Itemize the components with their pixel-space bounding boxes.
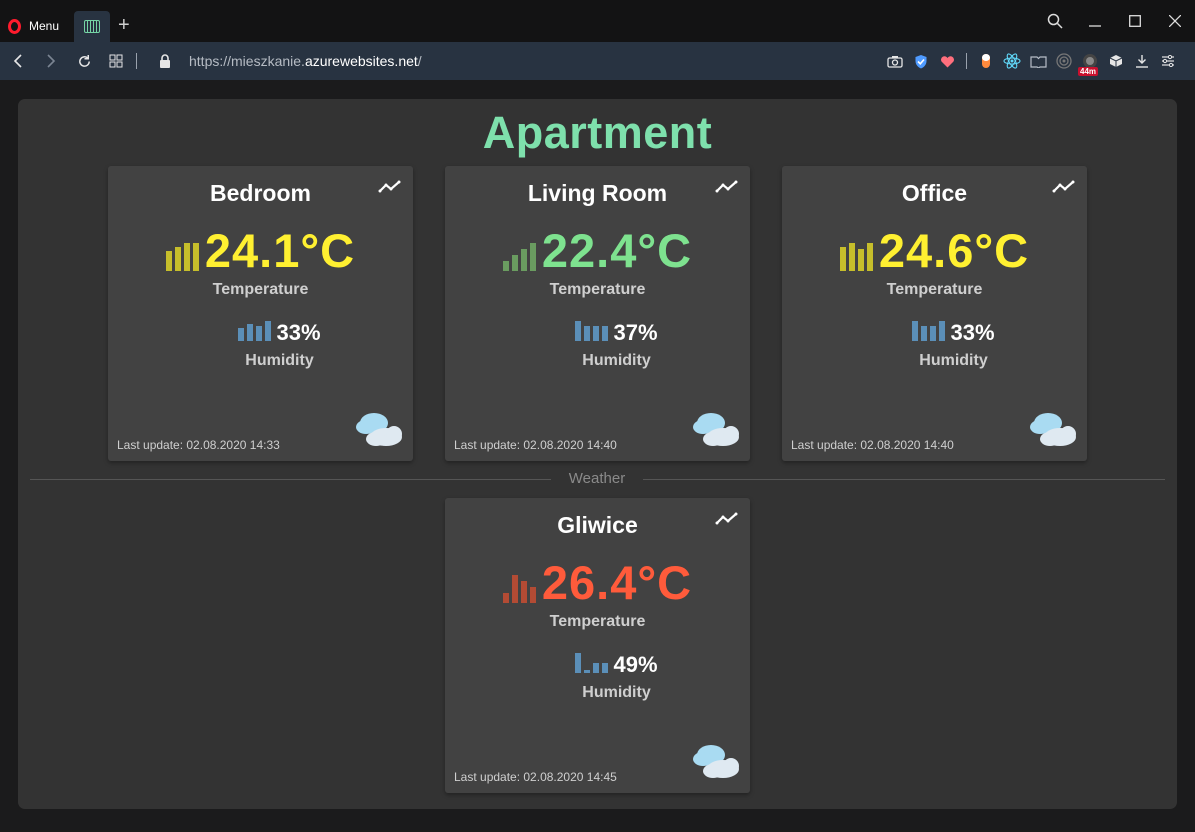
menu-label: Menu: [29, 19, 60, 33]
weather-card-gliwice: Gliwice 26.4°C Temperature 49% Humidity …: [445, 498, 750, 793]
tab-active[interactable]: [74, 11, 110, 42]
trend-chart-icon[interactable]: [715, 179, 739, 195]
temperature-level-icon: [502, 243, 536, 271]
temperature-level-icon: [502, 575, 536, 603]
sensor-card-office: Office 24.6°C Temperature 33% Humidity L…: [782, 166, 1087, 461]
extension-separator: [966, 53, 967, 69]
address-bar: https://mieszkanie.azurewebsites.net/ 44…: [0, 42, 1195, 80]
humidity-level-icon: [912, 321, 946, 341]
extensions-toolbar: 44m: [882, 50, 1181, 76]
speed-dial-icon[interactable]: [106, 51, 126, 71]
humidity-row: 49%: [445, 653, 750, 676]
lock-icon[interactable]: [155, 51, 175, 71]
url-path: /: [417, 53, 422, 69]
temperature-value: 26.4°C: [541, 556, 693, 609]
temperature-value: 24.6°C: [878, 224, 1030, 277]
trend-chart-icon[interactable]: [1052, 179, 1076, 195]
reload-icon[interactable]: [74, 51, 94, 71]
back-icon[interactable]: [8, 51, 28, 71]
vpn-shield-icon[interactable]: [908, 50, 934, 72]
temperature-level-icon: [839, 243, 873, 271]
temperature-row: 24.6°C: [782, 224, 1087, 277]
heart-icon[interactable]: [934, 50, 960, 72]
humidity-value: 33%: [276, 320, 321, 345]
window-controls: [1035, 0, 1195, 42]
extension-capsule-icon[interactable]: [973, 50, 999, 72]
last-update: Last update: 02.08.2020 14:40: [791, 438, 954, 452]
download-icon[interactable]: [1129, 50, 1155, 72]
partly-cloudy-icon: [693, 745, 739, 778]
humidity-label: Humidity: [919, 352, 988, 369]
snapshot-icon[interactable]: [882, 50, 908, 72]
opera-logo-icon: [8, 18, 21, 34]
humidity-value: 49%: [613, 652, 658, 677]
close-icon[interactable]: [1155, 1, 1195, 41]
partly-cloudy-icon: [693, 413, 739, 446]
temperature-row: 24.1°C: [108, 224, 413, 277]
humidity-row: 37%: [445, 321, 750, 344]
tab-bar: Menu +: [0, 0, 1195, 42]
url-field[interactable]: https://mieszkanie.azurewebsites.net/: [189, 53, 422, 69]
easy-setup-icon[interactable]: [1155, 50, 1181, 72]
sensor-card-living-room: Living Room 22.4°C Temperature 37% Humid…: [445, 166, 750, 461]
opera-menu-button[interactable]: Menu: [8, 14, 59, 38]
card-title: Living Room: [527, 180, 668, 206]
temperature-level-icon: [165, 243, 199, 271]
temperature-row: 22.4°C: [445, 224, 750, 277]
target-extension-icon[interactable]: [1051, 50, 1077, 72]
url-host: azurewebsites.net: [304, 53, 418, 69]
dashboard-panel: Apartment Bedroom 24.1°C Temperature 33%…: [18, 99, 1177, 809]
temperature-label: Temperature: [549, 613, 646, 630]
cube-extension-icon[interactable]: [1103, 50, 1129, 72]
card-title: Bedroom: [210, 180, 311, 206]
maximize-icon[interactable]: [1115, 1, 1155, 41]
humidity-level-icon: [575, 321, 609, 341]
temperature-label: Temperature: [212, 281, 309, 298]
page-title: Apartment: [482, 107, 713, 158]
humidity-label: Humidity: [582, 684, 651, 701]
card-title: Office: [901, 180, 968, 206]
url-scheme: https://mieszkanie.: [189, 53, 305, 69]
humidity-row: 33%: [782, 321, 1087, 344]
temperature-row: 26.4°C: [445, 556, 750, 609]
temperature-label: Temperature: [886, 281, 983, 298]
last-update: Last update: 02.08.2020 14:45: [454, 770, 617, 784]
partly-cloudy-icon: [356, 413, 402, 446]
card-title: Gliwice: [557, 512, 638, 538]
temperature-value: 24.1°C: [204, 224, 356, 277]
humidity-label: Humidity: [582, 352, 651, 369]
humidity-label: Humidity: [245, 352, 314, 369]
temperature-value: 22.4°C: [541, 224, 693, 277]
address-divider: [136, 53, 137, 69]
humidity-value: 33%: [950, 320, 995, 345]
reader-book-icon[interactable]: [1025, 50, 1051, 72]
trend-chart-icon[interactable]: [715, 511, 739, 527]
humidity-row: 33%: [108, 321, 413, 344]
react-devtools-icon[interactable]: [999, 50, 1025, 72]
page-viewport: Apartment Bedroom 24.1°C Temperature 33%…: [0, 80, 1195, 832]
timer-badge: 44m: [1078, 67, 1099, 76]
site-favicon-icon: [84, 20, 100, 33]
forward-icon[interactable]: [41, 51, 61, 71]
partly-cloudy-icon: [1030, 413, 1076, 446]
new-tab-button[interactable]: +: [118, 14, 130, 36]
trend-chart-icon[interactable]: [378, 179, 402, 195]
humidity-level-icon: [238, 321, 272, 341]
last-update: Last update: 02.08.2020 14:33: [117, 438, 280, 452]
timer-extension-icon[interactable]: 44m: [1077, 50, 1103, 76]
temperature-label: Temperature: [549, 281, 646, 298]
sensor-card-bedroom: Bedroom 24.1°C Temperature 33% Humidity …: [108, 166, 413, 461]
section-divider-label: Weather: [551, 470, 643, 487]
minimize-icon[interactable]: [1075, 1, 1115, 41]
humidity-value: 37%: [613, 320, 658, 345]
last-update: Last update: 02.08.2020 14:40: [454, 438, 617, 452]
humidity-level-icon: [575, 653, 609, 673]
search-tabs-icon[interactable]: [1035, 1, 1075, 41]
